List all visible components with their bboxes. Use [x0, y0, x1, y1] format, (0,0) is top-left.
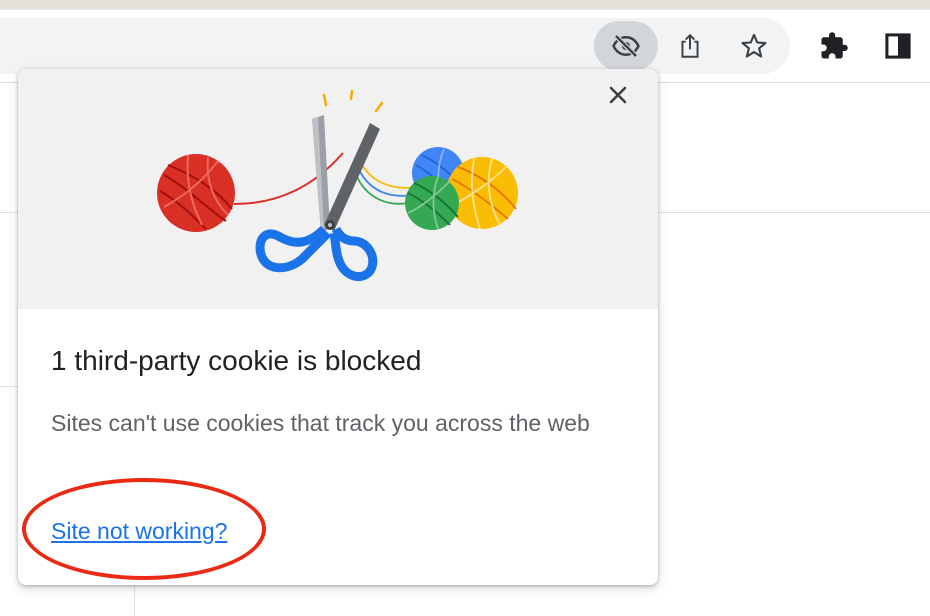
- third-party-cookies-blocked-button[interactable]: [594, 21, 658, 71]
- cookie-illustration: [18, 69, 658, 309]
- star-icon: [741, 33, 767, 58]
- extensions-puzzle-icon: [821, 32, 848, 59]
- bubble-description: Sites can't use cookies that track you a…: [51, 410, 590, 436]
- highlight-ellipse: [22, 478, 266, 580]
- close-icon: [609, 86, 627, 104]
- eye-off-icon: [612, 34, 640, 58]
- side-panel-icon: [885, 33, 911, 59]
- side-panel-button[interactable]: [876, 24, 920, 68]
- extensions-button[interactable]: [812, 24, 856, 68]
- green-yarn-ball: [405, 176, 459, 230]
- bubble-title: 1 third-party cookie is blocked: [51, 345, 422, 376]
- share-button[interactable]: [668, 24, 712, 68]
- red-yarn-ball: [157, 154, 235, 232]
- bookmark-button[interactable]: [732, 24, 776, 68]
- window-title-strip: [0, 0, 930, 10]
- close-button[interactable]: [608, 85, 644, 115]
- share-icon: [681, 33, 699, 58]
- scissors-icon: [255, 115, 380, 282]
